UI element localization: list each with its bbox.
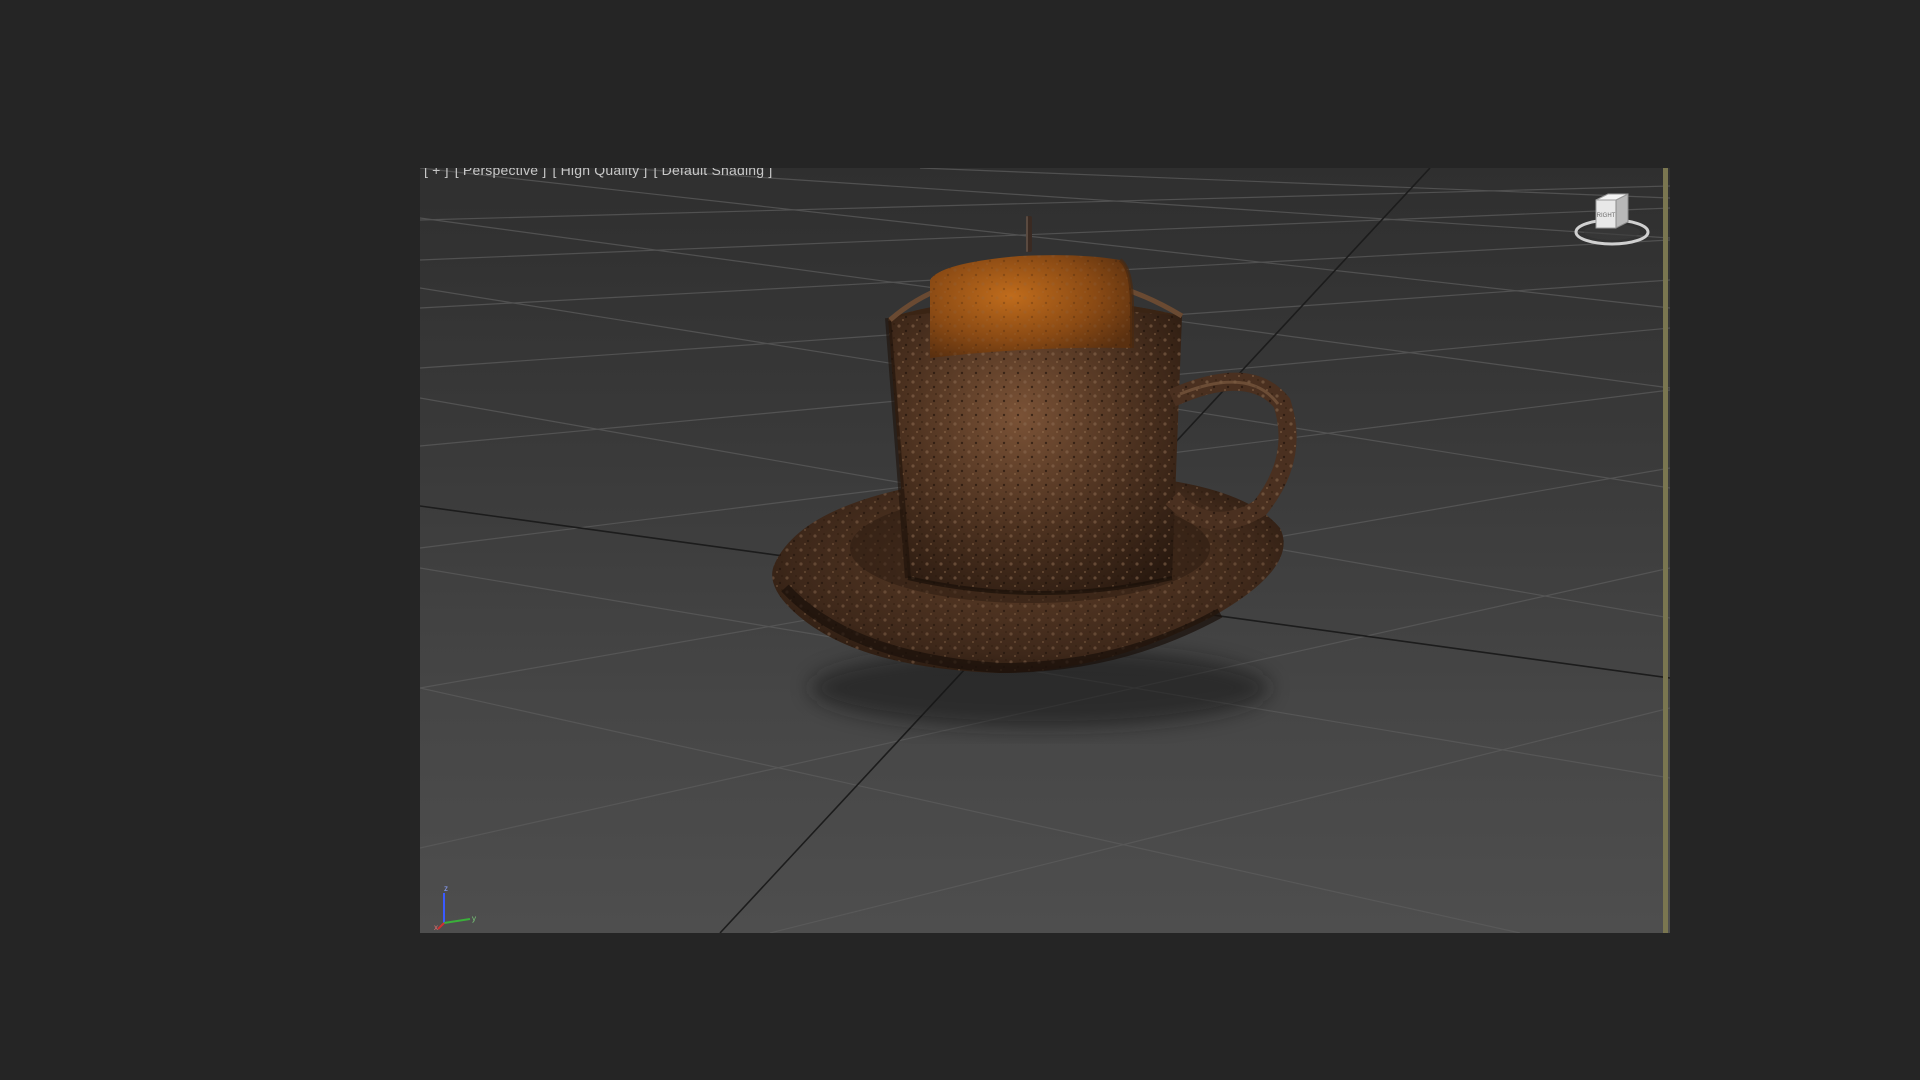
perspective-viewport[interactable]: [ + ] [ Perspective ] [ High Quality ] [ De…	[420, 168, 1670, 933]
viewport-menu-quality[interactable]: [ High Quality ]	[552, 168, 647, 178]
viewport-menu-perspective[interactable]: [ Perspective ]	[455, 168, 547, 178]
viewport-menu-plus[interactable]: [ + ]	[424, 168, 449, 178]
axis-tripod-icon: z y x	[434, 884, 476, 931]
viewport-label[interactable]: [ + ] [ Perspective ] [ High Quality ] [ De…	[424, 168, 778, 178]
viewcube-face-label: RIGHT	[1597, 213, 1616, 219]
viewcube-icon[interactable]: RIGHT	[1572, 184, 1652, 254]
scene-render[interactable]	[420, 168, 1670, 933]
wick	[1026, 216, 1032, 252]
axis-y-label: y	[472, 914, 476, 923]
viewport-active-border	[1663, 168, 1668, 933]
app-window: [ + ] [ Perspective ] [ High Quality ] [ De…	[0, 0, 1920, 1080]
axis-x-label: x	[434, 923, 438, 931]
viewport-menu-shading[interactable]: [ Default Shading ]	[653, 168, 772, 178]
candle[interactable]	[930, 255, 1134, 358]
axis-z-label: z	[444, 884, 448, 893]
